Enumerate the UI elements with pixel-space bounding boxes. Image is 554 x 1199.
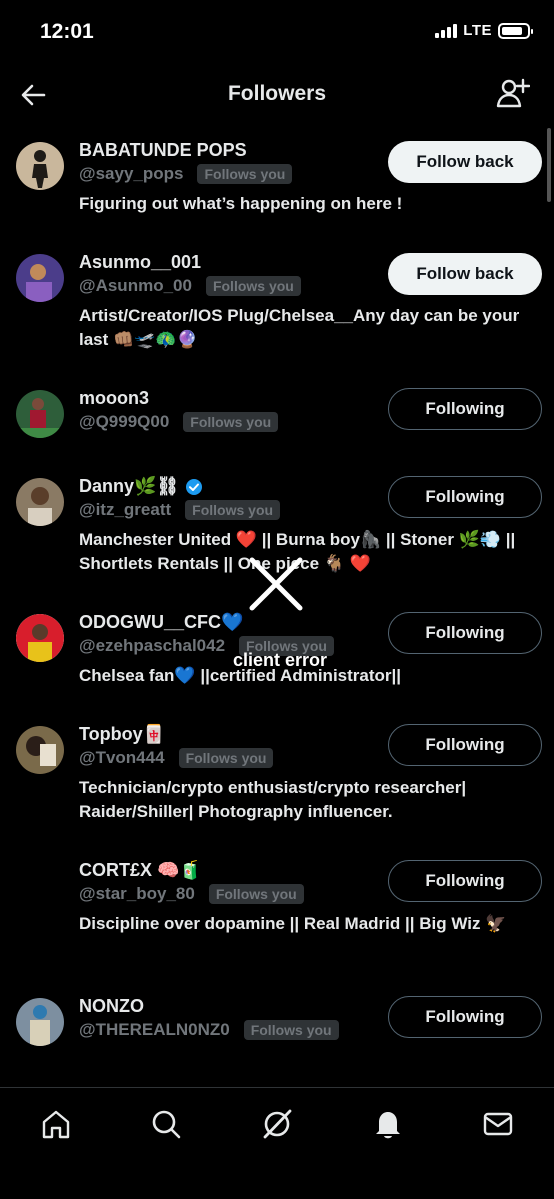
display-name[interactable]: ODOGWU__CFC💙	[79, 612, 243, 633]
display-name[interactable]: BABATUNDE POPS	[79, 140, 247, 161]
tab-notifications[interactable]	[370, 1106, 406, 1142]
avatar[interactable]	[16, 862, 64, 910]
name-text: Topboy🀄	[79, 724, 166, 744]
bottom-tab-bar	[0, 1087, 554, 1199]
bio: Manchester United ❤️ || Burna boy🦍 || St…	[79, 530, 516, 573]
following-button[interactable]: Following	[388, 612, 542, 654]
avatar[interactable]	[16, 478, 64, 526]
display-name[interactable]: Danny🌿⛓	[79, 476, 203, 497]
name-text: Asunmo__001	[79, 252, 202, 272]
follows-you-badge: Follows you	[178, 748, 274, 768]
verified-badge-icon	[186, 478, 203, 495]
handle: @star_boy_80	[79, 884, 195, 903]
handle-line: @sayy_pops Follows you	[79, 164, 293, 184]
messages-icon	[483, 1112, 513, 1136]
handle-line: @itz_greatt Follows you	[79, 500, 281, 520]
handle-line: @Q999Q00 Follows you	[79, 412, 279, 432]
home-icon	[42, 1110, 70, 1139]
name-text: NONZO	[79, 996, 144, 1016]
add-user-button[interactable]	[496, 78, 531, 110]
bio: Discipline over dopamine || Real Madrid …	[79, 914, 507, 933]
header: Followers	[0, 66, 554, 122]
avatar[interactable]	[16, 142, 64, 190]
display-name[interactable]: Topboy🀄	[79, 724, 165, 745]
follow-back-button[interactable]: Follow back	[388, 141, 542, 183]
follows-you-badge: Follows you	[208, 884, 304, 904]
handle: @itz_greatt	[79, 500, 172, 519]
handle: @Q999Q00	[79, 412, 170, 431]
signal-icon	[435, 23, 458, 38]
avatar[interactable]	[16, 614, 64, 662]
following-button[interactable]: Following	[388, 724, 542, 766]
bio: Chelsea fan💙 ||certified Administrator||	[79, 666, 402, 685]
handle: @Asunmo_00	[79, 276, 192, 295]
page-title: Followers	[227, 82, 327, 105]
follow-back-button[interactable]: Follow back	[388, 253, 542, 295]
name-text: CORT£X 🧠🧃	[79, 860, 202, 880]
handle: @Tvon444	[79, 748, 165, 767]
name-text: mooon3	[79, 388, 149, 408]
battery-icon	[498, 22, 533, 39]
following-button[interactable]: Following	[388, 388, 542, 430]
follows-you-badge: Follows you	[183, 412, 279, 432]
bio: Artist/Creator/IOS Plug/Chelsea__Any day…	[79, 306, 520, 349]
display-name[interactable]: NONZO	[79, 996, 144, 1017]
follows-you-badge: Follows you	[197, 164, 293, 184]
followers-list: BABATUNDE POPS @sayy_pops Follows you Fi…	[0, 122, 554, 1087]
following-button[interactable]: Following	[388, 476, 542, 518]
follows-you-badge: Follows you	[243, 1020, 339, 1040]
handle-line: @THEREALN0NZ0 Follows you	[79, 1020, 339, 1040]
tab-home[interactable]	[38, 1106, 74, 1142]
bio: Figuring out what’s happening on here !	[79, 194, 403, 213]
following-button[interactable]: Following	[388, 860, 542, 902]
handle: @THEREALN0NZ0	[79, 1020, 230, 1039]
status-bar: 12:01 LTE	[0, 0, 554, 66]
tab-grok[interactable]	[259, 1106, 295, 1142]
status-time: 12:01	[40, 20, 94, 43]
follows-you-badge: Follows you	[205, 276, 301, 296]
avatar[interactable]	[16, 254, 64, 302]
name-text: ODOGWU__CFC💙	[79, 612, 244, 632]
tab-search[interactable]	[148, 1106, 184, 1142]
display-name[interactable]: Asunmo__001	[79, 252, 201, 273]
display-name[interactable]: mooon3	[79, 388, 149, 409]
handle-line: @Tvon444 Follows you	[79, 748, 274, 768]
avatar[interactable]	[16, 726, 64, 774]
handle: @sayy_pops	[79, 164, 184, 183]
follows-you-badge: Follows you	[185, 500, 281, 520]
network-label: LTE	[463, 22, 492, 39]
handle: @ezehpaschal042	[79, 636, 226, 655]
avatar[interactable]	[16, 998, 64, 1046]
search-icon	[152, 1110, 181, 1139]
following-button[interactable]: Following	[388, 996, 542, 1038]
name-text: Danny🌿⛓	[79, 476, 180, 496]
follows-you-badge: Follows you	[239, 636, 334, 656]
handle-line: @ezehpaschal042 Follows you	[79, 636, 334, 656]
notifications-icon	[376, 1112, 400, 1139]
status-indicators: LTE	[435, 22, 533, 39]
avatar[interactable]	[16, 390, 64, 438]
tab-messages[interactable]	[480, 1106, 516, 1142]
handle-line: @star_boy_80 Follows you	[79, 884, 304, 904]
handle-line: @Asunmo_00 Follows you	[79, 276, 301, 296]
add-user-icon	[496, 78, 531, 108]
bio: Technician/crypto enthusiast/crypto rese…	[79, 778, 467, 821]
display-name[interactable]: CORT£X 🧠🧃	[79, 860, 202, 881]
name-text: BABATUNDE POPS	[79, 140, 247, 160]
grok-icon	[263, 1109, 292, 1139]
